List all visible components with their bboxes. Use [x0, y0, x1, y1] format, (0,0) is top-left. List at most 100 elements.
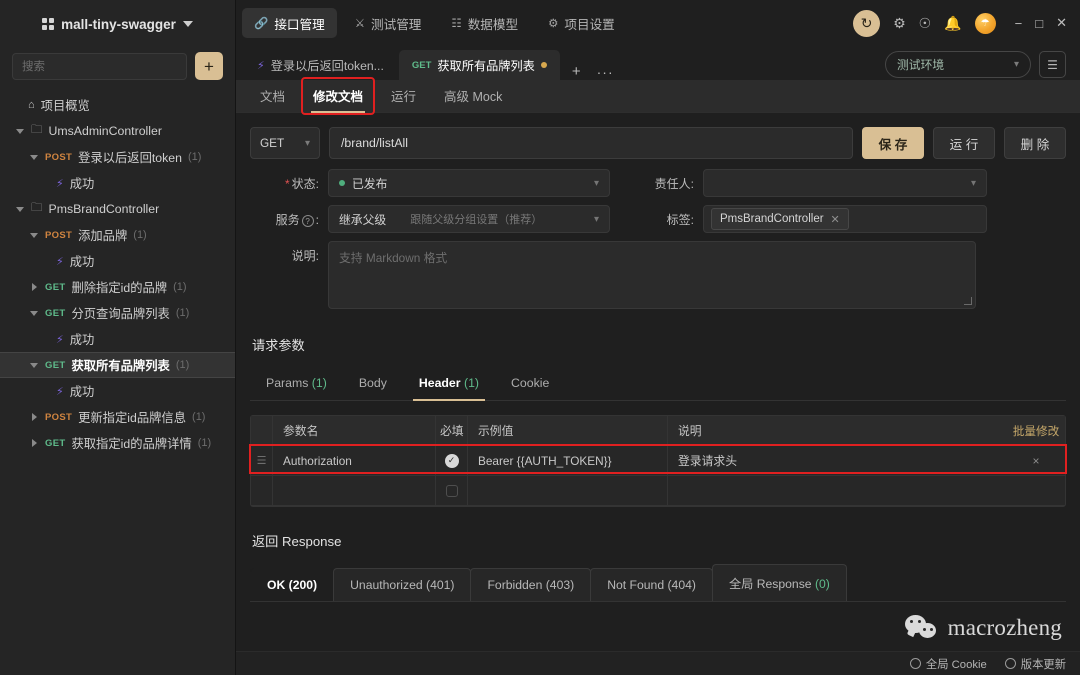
nav-tab-test-management[interactable]: ⚔ 测试管理	[343, 8, 434, 38]
sidebar-item-成功[interactable]: ⚡ 成功	[0, 170, 235, 196]
service-select[interactable]: 继承父级 跟随父级分组设置（推荐） ▾	[328, 205, 610, 233]
response-tab-unauthorized-401[interactable]: Unauthorized (401)	[333, 568, 472, 601]
nav-tab-project-settings[interactable]: ⚙ 项目设置	[536, 8, 627, 38]
chevron-down-icon[interactable]	[30, 361, 39, 370]
param-example-cell[interactable]: Bearer {{AUTH_TOKEN}}	[468, 446, 668, 475]
bell-icon[interactable]: 🔔	[944, 15, 961, 32]
tab-edit-document[interactable]: 修改文档	[301, 77, 376, 115]
param-example-cell[interactable]	[468, 476, 668, 505]
version-icon	[1004, 658, 1016, 669]
tab-more-button[interactable]: ···	[591, 64, 620, 80]
minimize-icon[interactable]: −	[1015, 16, 1023, 31]
close-icon[interactable]: ✕	[1056, 15, 1067, 31]
doc-tab-login-token[interactable]: ⚡ 登录以后返回token...	[244, 50, 397, 80]
sidebar-item-overview[interactable]: ⌂ 项目概览	[0, 92, 235, 118]
response-tab-global[interactable]: 全局 Response (0)	[711, 564, 847, 601]
batch-edit-link[interactable]: 批量修改	[1007, 416, 1065, 445]
column-header-required: 必填	[436, 416, 468, 445]
chevron-down-icon[interactable]	[30, 309, 39, 318]
help-icon[interactable]: ?	[301, 215, 314, 227]
response-tab-ok-200[interactable]: OK (200)	[250, 568, 335, 601]
param-tab-params[interactable]: Params (1)	[250, 368, 343, 400]
nav-tab-data-model[interactable]: ☷ 数据模型	[439, 8, 530, 38]
tab-advanced-mock[interactable]: 高级 Mock	[434, 79, 512, 113]
param-description-cell[interactable]	[668, 476, 1007, 505]
param-name-cell[interactable]: Authorization	[273, 446, 436, 475]
param-required-cell[interactable]: ✓	[436, 446, 468, 475]
global-cookie-button[interactable]: 全局 Cookie	[909, 656, 987, 672]
nav-tab-label: 接口管理	[274, 17, 325, 32]
sidebar-item-成功[interactable]: ⚡ 成功	[0, 378, 235, 404]
sidebar-item-成功[interactable]: ⚡ 成功	[0, 326, 235, 352]
tags-input[interactable]: PmsBrandController ✕	[703, 205, 987, 233]
sidebar-item-成功[interactable]: ⚡ 成功	[0, 248, 235, 274]
chevron-down-icon[interactable]	[16, 127, 25, 136]
response-tab-forbidden-403[interactable]: Forbidden (403)	[470, 568, 592, 601]
param-required-cell[interactable]	[436, 476, 468, 505]
gear-icon[interactable]: ⚙	[893, 15, 906, 32]
flask-icon: ⚔	[354, 18, 366, 30]
param-name-cell[interactable]	[273, 476, 436, 505]
tab-run[interactable]: 运行	[381, 79, 426, 113]
sidebar-item-label: 更新指定id品牌信息	[78, 411, 187, 425]
remove-param-button[interactable]	[1007, 476, 1065, 505]
response-tab-not-found-404[interactable]: Not Found (404)	[590, 568, 713, 601]
param-tab-body[interactable]: Body	[343, 368, 403, 400]
chevron-down-icon[interactable]	[30, 153, 39, 162]
new-tab-button[interactable]: +	[562, 63, 591, 80]
environment-select[interactable]: 测试环境 ▾	[885, 51, 1031, 78]
environment-list-button[interactable]: ☰	[1039, 51, 1066, 78]
chevron-right-icon[interactable]	[30, 282, 39, 292]
chevron-down-icon[interactable]	[16, 205, 25, 214]
checkbox-checked-icon[interactable]: ✓	[444, 453, 459, 468]
remove-tag-icon[interactable]: ✕	[831, 213, 840, 226]
sidebar-item-删除指定id的品牌[interactable]: GET 删除指定id的品牌 (1)	[0, 274, 235, 300]
drag-handle-icon[interactable]: ☰	[251, 446, 273, 475]
version-update-button[interactable]: 版本更新	[1004, 656, 1066, 672]
table-row[interactable]: ☰ Authorization ✓ Bearer {{AUTH_TOKEN}} …	[251, 446, 1065, 476]
sidebar-item-PmsBrandController[interactable]: 🗀 PmsBrandController	[0, 196, 235, 222]
param-tab-cookie[interactable]: Cookie	[495, 368, 565, 400]
link-icon: 🔗	[254, 18, 269, 30]
sidebar-item-分页查询品牌列表[interactable]: GET 分页查询品牌列表 (1)	[0, 300, 235, 326]
owner-select[interactable]: ▾	[703, 169, 987, 197]
param-description-cell[interactable]: 登录请求头	[668, 446, 1007, 475]
status-select[interactable]: 已发布 ▾	[328, 169, 610, 197]
chevron-down-icon[interactable]	[182, 21, 193, 27]
save-button[interactable]: 保 存	[862, 127, 924, 159]
nav-tab-api-management[interactable]: 🔗 接口管理	[242, 8, 337, 38]
param-tab-label: Body	[358, 376, 387, 390]
delete-button[interactable]: 删 除	[1004, 127, 1066, 159]
remove-param-button[interactable]: ×	[1007, 446, 1065, 475]
chevron-down-icon[interactable]	[30, 231, 39, 240]
http-method-select[interactable]: GET ▾	[250, 127, 320, 159]
chevron-right-icon[interactable]	[30, 438, 39, 448]
path-input[interactable]: /brand/listAll	[329, 127, 853, 159]
tag-chip[interactable]: PmsBrandController ✕	[711, 208, 849, 230]
search-input[interactable]: 搜索	[12, 52, 187, 80]
checkbox-unchecked-icon[interactable]	[445, 484, 458, 497]
sidebar-item-获取指定id的品牌详情[interactable]: GET 获取指定id的品牌详情 (1)	[0, 430, 235, 456]
sidebar-item-UmsAdminController[interactable]: 🗀 UmsAdminController	[0, 118, 235, 144]
table-row[interactable]	[251, 476, 1065, 506]
refresh-icon[interactable]: ↻	[853, 9, 881, 37]
maximize-icon[interactable]: □	[1035, 16, 1043, 31]
avatar[interactable]: ☂	[974, 12, 996, 34]
doc-tab-list-all-brands[interactable]: GET 获取所有品牌列表	[398, 50, 560, 80]
sidebar-item-登录以后返回token[interactable]: POST 登录以后返回token (1)	[0, 144, 235, 170]
param-tab-label: Header	[418, 376, 461, 390]
sidebar-item-添加品牌[interactable]: POST 添加品牌 (1)	[0, 222, 235, 248]
project-selector[interactable]: mall-tiny-swagger	[0, 0, 235, 48]
param-tab-header[interactable]: Header (1)	[403, 368, 495, 401]
api-tree: ⌂ 项目概览 🗀 UmsAdminController POST 登录以后返回toke…	[0, 90, 235, 675]
add-api-button[interactable]: +	[195, 52, 223, 80]
sidebar-item-获取所有品牌列表[interactable]: GET 获取所有品牌列表 (1)	[0, 352, 235, 378]
run-button[interactable]: 运 行	[933, 127, 995, 159]
description-textarea[interactable]: 支持 Markdown 格式	[328, 241, 976, 309]
chevron-right-icon[interactable]	[30, 412, 39, 422]
param-tab-count: (1)	[311, 376, 327, 390]
sidebar-item-更新指定id品牌信息[interactable]: POST 更新指定id品牌信息 (1)	[0, 404, 235, 430]
help-icon[interactable]: ☉	[919, 15, 932, 32]
tab-document[interactable]: 文档	[250, 79, 295, 113]
chevron-down-icon: ▾	[1013, 59, 1019, 70]
